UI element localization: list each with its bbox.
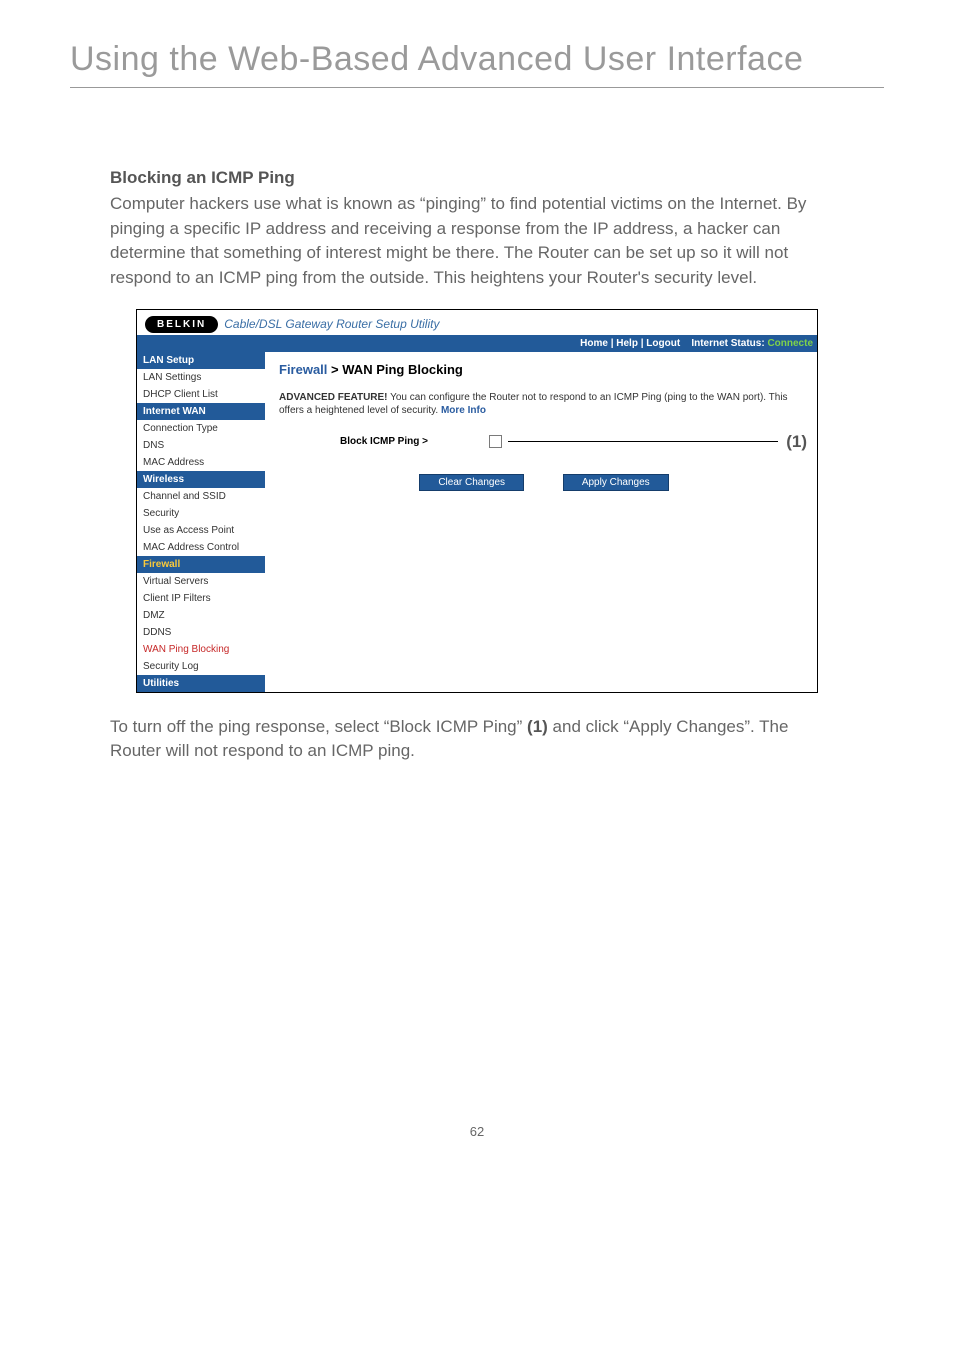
breadcrumb-root[interactable]: Firewall [279,362,327,377]
apply-changes-button[interactable]: Apply Changes [563,474,669,491]
brand-badge: BELKIN [145,316,218,333]
router-ui-screenshot: BELKIN Cable/DSL Gateway Router Setup Ut… [136,309,818,693]
sidebar-item[interactable]: Channel and SSID [137,488,265,505]
sidebar-header: LAN Setup [137,352,265,369]
page-title: Using the Web-Based Advanced User Interf… [70,40,884,79]
button-row: Clear Changes Apply Changes [279,474,809,491]
sidebar-header: Internet WAN [137,403,265,420]
section-heading: Blocking an ICMP Ping [110,168,844,188]
sidebar-item[interactable]: MAC Address Control [137,539,265,556]
sidebar-item[interactable]: Security [137,505,265,522]
advanced-feature-note: ADVANCED FEATURE! You can configure the … [279,391,809,418]
breadcrumb-sep: > [327,362,342,377]
figure-header: BELKIN Cable/DSL Gateway Router Setup Ut… [137,310,817,335]
sidebar-item[interactable]: Use as Access Point [137,522,265,539]
sidebar-header: Firewall [137,556,265,573]
sidebar-item[interactable]: MAC Address [137,454,265,471]
sidebar-header: Utilities [137,675,265,692]
block-ping-checkbox[interactable] [489,435,502,448]
topbar-links[interactable]: Home | Help | Logout [580,338,680,349]
footer-callout-ref: (1) [527,717,548,736]
callout-leader [508,441,778,442]
adv-lead: ADVANCED FEATURE! [279,392,388,403]
sidebar-nav: LAN SetupLAN SettingsDHCP Client ListInt… [137,352,265,692]
breadcrumb: Firewall > WAN Ping Blocking [279,362,809,377]
footer-pre: To turn off the ping response, select “B… [110,717,527,736]
status-value: Connecte [767,338,813,349]
sidebar-header: Wireless [137,471,265,488]
breadcrumb-page: WAN Ping Blocking [342,362,463,377]
status-label: Internet Status: [691,338,764,349]
block-ping-row: Block ICMP Ping > (1) [279,432,809,452]
sidebar-item[interactable]: Client IP Filters [137,590,265,607]
sidebar-item[interactable]: LAN Settings [137,369,265,386]
top-status-bar: Home | Help | Logout Internet Status: Co… [137,335,817,352]
clear-changes-button[interactable]: Clear Changes [419,474,524,491]
footer-paragraph: To turn off the ping response, select “B… [110,715,844,764]
sidebar-item[interactable]: Security Log [137,658,265,675]
sidebar-item[interactable]: Virtual Servers [137,573,265,590]
utility-tagline: Cable/DSL Gateway Router Setup Utility [224,317,439,331]
title-rule [70,87,884,88]
sidebar-item[interactable]: WAN Ping Blocking [137,641,265,658]
sidebar-item[interactable]: DHCP Client List [137,386,265,403]
sidebar-item[interactable]: DNS [137,437,265,454]
sidebar-item[interactable]: Connection Type [137,420,265,437]
more-info-link[interactable]: More Info [441,405,486,416]
block-ping-label: Block ICMP Ping > [279,436,489,447]
sidebar-item[interactable]: DMZ [137,607,265,624]
page-number: 62 [70,1124,884,1139]
sidebar-item[interactable]: DDNS [137,624,265,641]
callout-1: (1) [786,432,807,452]
section-body: Computer hackers use what is known as “p… [110,192,844,291]
main-panel: Firewall > WAN Ping Blocking ADVANCED FE… [265,352,817,692]
